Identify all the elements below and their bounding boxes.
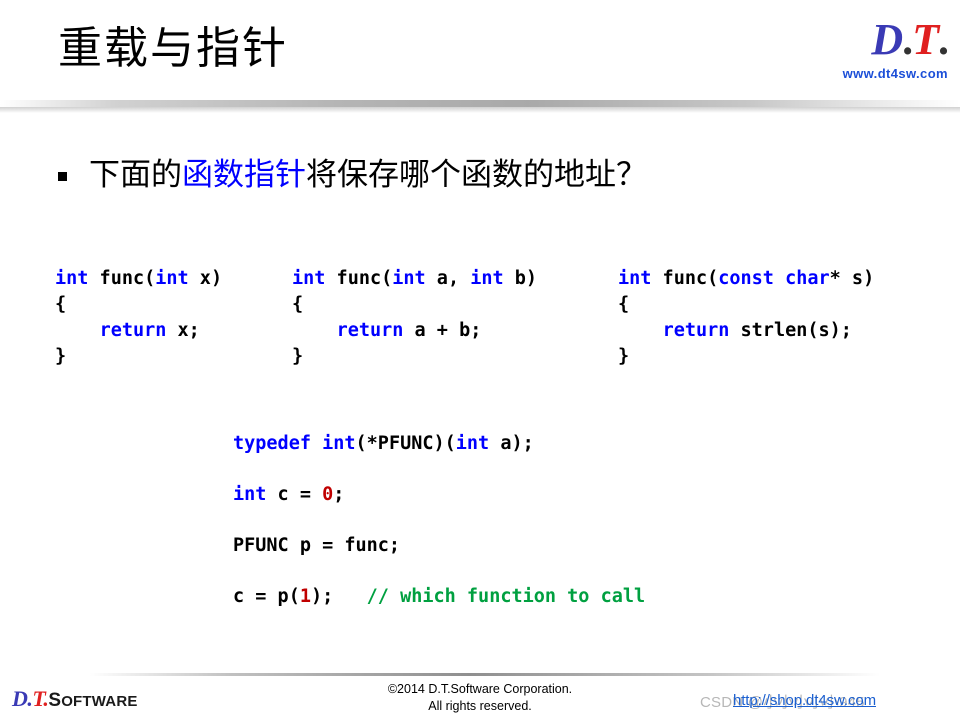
code-token: func( [88,268,156,289]
code-block-main: typedef int(*PFUNC)(int a); int c = 0; PFU… [233,418,645,622]
code-token: int [455,433,490,454]
code-line: } [618,344,874,370]
bullet-text-suffix: 将保存哪个函数的地址？ [306,157,647,193]
header-divider [0,100,960,107]
page-title: 重载与指针 [58,23,288,74]
code-token: typedef [233,433,311,454]
code-token: { [55,294,67,315]
code-token: x; [166,320,200,341]
code-token: 0 [322,484,334,505]
code-token: { [618,294,630,315]
code-line: int c = 0; [233,469,645,520]
brand-logo-mark: D.T. [778,15,949,64]
code-line: } [55,344,222,370]
code-token: return [99,320,167,341]
code-token: int [618,268,652,289]
bullet-text-prefix: 下面的 [89,157,182,193]
code-token: b) [503,268,538,289]
code-token: const [718,268,774,289]
code-token: x) [188,268,223,289]
bullet-text: 下面的函数指针将保存哪个函数的地址？ [89,155,647,195]
brand-dot-1: . [902,15,913,64]
bullet-row: 下面的函数指针将保存哪个函数的地址？ [58,155,647,195]
code-token: a); [489,433,534,454]
code-token: int [322,433,356,454]
code-token: int [392,268,426,289]
brand-logo: D.T. www.dt4sw.com [778,15,949,92]
code-token: ; [333,484,345,505]
code-token: int [233,484,267,505]
code-token: (*PFUNC)( [355,433,456,454]
brand-dot-2: . [938,15,949,64]
code-block-func-int: int func(int x){ return x;} [55,266,222,370]
code-token: ); [310,586,367,607]
code-token: c = [266,484,323,505]
code-line: int func(const char* s) [618,266,874,292]
code-token: { [292,294,304,315]
header-divider-shadow [0,107,960,113]
code-line: return strlen(s); [618,318,874,344]
code-line: int func(int a, int b) [292,266,537,292]
brand-letter-t: T [912,15,939,64]
code-token: 1 [299,586,311,607]
code-token: c = p( [233,586,300,607]
code-line: int func(int x) [55,266,222,292]
bullet-text-highlight: 函数指针 [182,157,306,193]
code-line: PFUNC p = func; [233,520,645,571]
footer-divider [90,673,880,676]
code-line: { [618,292,874,318]
code-token: // which function to call [366,586,646,607]
code-token: int [55,268,89,289]
code-token: a, [425,268,471,289]
code-token: } [55,346,67,367]
code-block-func-int-int: int func(int a, int b){ return a + b;} [292,266,537,370]
code-line: typedef int(*PFUNC)(int a); [233,418,645,469]
code-token: return [662,320,730,341]
code-token: int [292,268,326,289]
code-token: } [618,346,630,367]
code-line: return a + b; [292,318,537,344]
code-token: return [336,320,404,341]
code-token: strlen(s); [729,320,852,341]
code-token: func( [651,268,719,289]
code-block-func-const-char: int func(const char* s){ return strlen(s… [618,266,874,370]
code-line: c = p(1); // which function to call [233,571,645,622]
code-token: } [292,346,304,367]
code-token: a + b; [403,320,482,341]
code-line: } [292,344,537,370]
code-token: int [470,268,504,289]
code-token: int [155,268,189,289]
footer-link-area: CSDN @小小小小小945 http://shop.dt4sw.com [700,688,960,714]
code-line: { [55,292,222,318]
code-token: char [785,268,830,289]
code-token: PFUNC p = func; [233,535,401,556]
brand-letter-d: D [871,15,903,64]
bullet-square-icon [58,172,67,181]
code-token: func( [325,268,393,289]
shop-link[interactable]: http://shop.dt4sw.com [733,692,876,709]
code-token: * s) [829,268,875,289]
brand-website-url: www.dt4sw.com [842,66,948,81]
code-line: { [292,292,537,318]
code-line: return x; [55,318,222,344]
